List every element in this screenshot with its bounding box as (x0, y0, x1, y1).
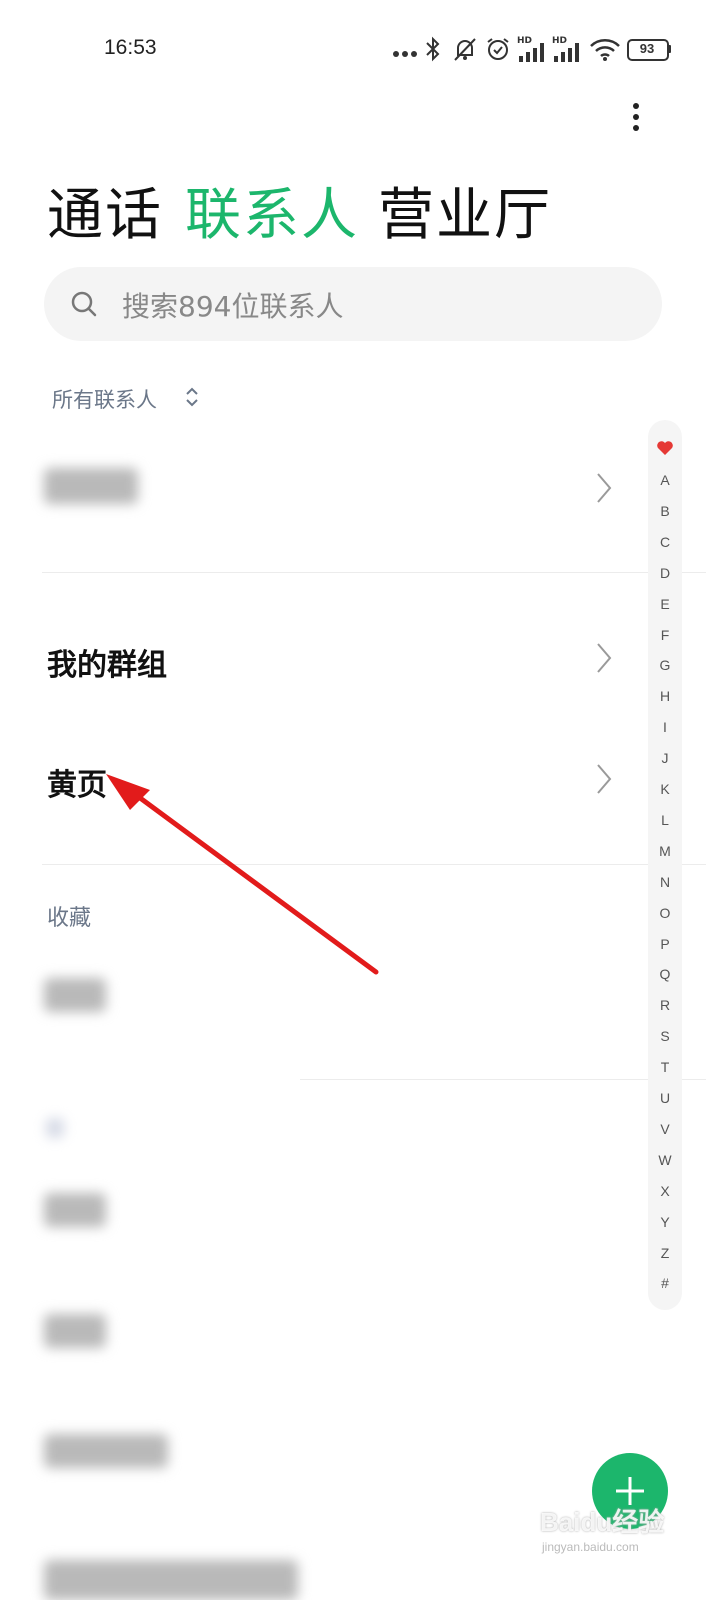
alphabet-index-letter[interactable]: Q (648, 966, 682, 982)
alphabet-index-letter[interactable]: C (648, 534, 682, 550)
chevron-right-icon (597, 764, 612, 794)
alphabet-index-letter[interactable]: T (648, 1059, 682, 1075)
blurred-name (44, 978, 106, 1012)
baidu-watermark: Baidu经验 jingyan.baidu.com (540, 1500, 670, 1570)
alphabet-index-letter[interactable]: S (648, 1028, 682, 1044)
alphabet-index-letter[interactable]: O (648, 905, 682, 921)
alphabet-index-letter[interactable]: R (648, 997, 682, 1013)
my-groups-label: 我的群组 (47, 648, 167, 683)
my-profile-row[interactable] (0, 440, 640, 536)
alphabet-index-letter[interactable]: B (648, 503, 682, 519)
blurred-name (44, 1560, 298, 1600)
signal-hd-icon: HD (517, 36, 547, 62)
divider (42, 572, 706, 573)
alphabet-index-letter[interactable]: H (648, 688, 682, 704)
alphabet-index-letter[interactable]: W (648, 1152, 682, 1168)
chevron-right-icon (597, 643, 612, 673)
alphabet-index-letter[interactable]: U (648, 1090, 682, 1106)
search-placeholder: 搜索894位联系人 (122, 290, 344, 323)
more-options-icon[interactable] (626, 102, 646, 132)
list-item[interactable] (0, 1296, 640, 1366)
annotation-arrow-icon (106, 774, 379, 975)
tab-contacts[interactable]: 联系人 (185, 170, 359, 251)
alphabet-index-letter[interactable]: # (648, 1275, 682, 1291)
blurred-name (44, 1434, 168, 1468)
favorites-heart-icon[interactable] (656, 440, 674, 456)
signal-hd-icon: HD (552, 36, 582, 62)
battery-level: 93 (639, 41, 655, 56)
alphabet-index-letter[interactable]: X (648, 1183, 682, 1199)
search-input[interactable]: 搜索894位联系人 (44, 267, 662, 341)
status-time: 16:53 (104, 36, 157, 59)
alphabet-index-letter[interactable]: N (648, 874, 682, 890)
alphabet-index-letter[interactable]: D (648, 565, 682, 581)
tab-calls[interactable]: 通话 (47, 170, 163, 251)
list-item[interactable] (0, 1175, 640, 1245)
my-groups-row[interactable]: 我的群组 (0, 618, 640, 698)
divider (300, 1079, 706, 1080)
blurred-name (44, 468, 138, 504)
alphabet-index-letter[interactable]: Y (648, 1214, 682, 1230)
alphabet-index-letter[interactable]: M (648, 843, 682, 859)
section-header-favorites: 收藏 (47, 906, 92, 931)
contact-filter-dropdown[interactable]: 所有联系人 (52, 384, 198, 414)
alphabet-index-letter[interactable]: A (648, 472, 682, 488)
alphabet-index[interactable]: A B C D E F G H I J K L M N O P Q R S T U V W X Y Z # (648, 420, 682, 1310)
watermark-url: jingyan.baidu.com (542, 1540, 639, 1554)
tab-service-hall[interactable]: 营业厅 (378, 170, 552, 251)
alarm-icon (487, 38, 509, 60)
alphabet-index-letter[interactable]: G (648, 657, 682, 673)
alphabet-index-letter[interactable]: J (648, 750, 682, 766)
blurred-name (44, 1193, 106, 1227)
blurred-name (44, 1314, 106, 1348)
search-icon (71, 291, 97, 317)
yellow-pages-label: 黄页 (47, 768, 107, 803)
alphabet-index-letter[interactable]: F (648, 627, 682, 643)
alphabet-index-letter[interactable]: P (648, 936, 682, 952)
alphabet-index-letter[interactable]: K (648, 781, 682, 797)
filter-label: 所有联系人 (52, 388, 157, 412)
watermark-text: Baidu经验 (540, 1507, 665, 1537)
sort-toggle-icon (186, 387, 198, 407)
mute-bell-icon (454, 38, 476, 61)
chevron-right-icon (597, 473, 612, 503)
alphabet-index-letter[interactable]: L (648, 812, 682, 828)
battery-icon: 93 (627, 36, 671, 62)
alphabet-index-letter[interactable]: I (648, 719, 682, 735)
alphabet-index-letter[interactable]: V (648, 1121, 682, 1137)
wifi-icon (590, 39, 620, 61)
more-dots-icon (393, 51, 417, 57)
section-letter-blurred (46, 1118, 64, 1138)
alphabet-index-letter[interactable]: Z (648, 1245, 682, 1261)
alphabet-index-letter[interactable]: E (648, 596, 682, 612)
list-item[interactable] (0, 1416, 640, 1486)
bluetooth-icon (426, 36, 440, 62)
